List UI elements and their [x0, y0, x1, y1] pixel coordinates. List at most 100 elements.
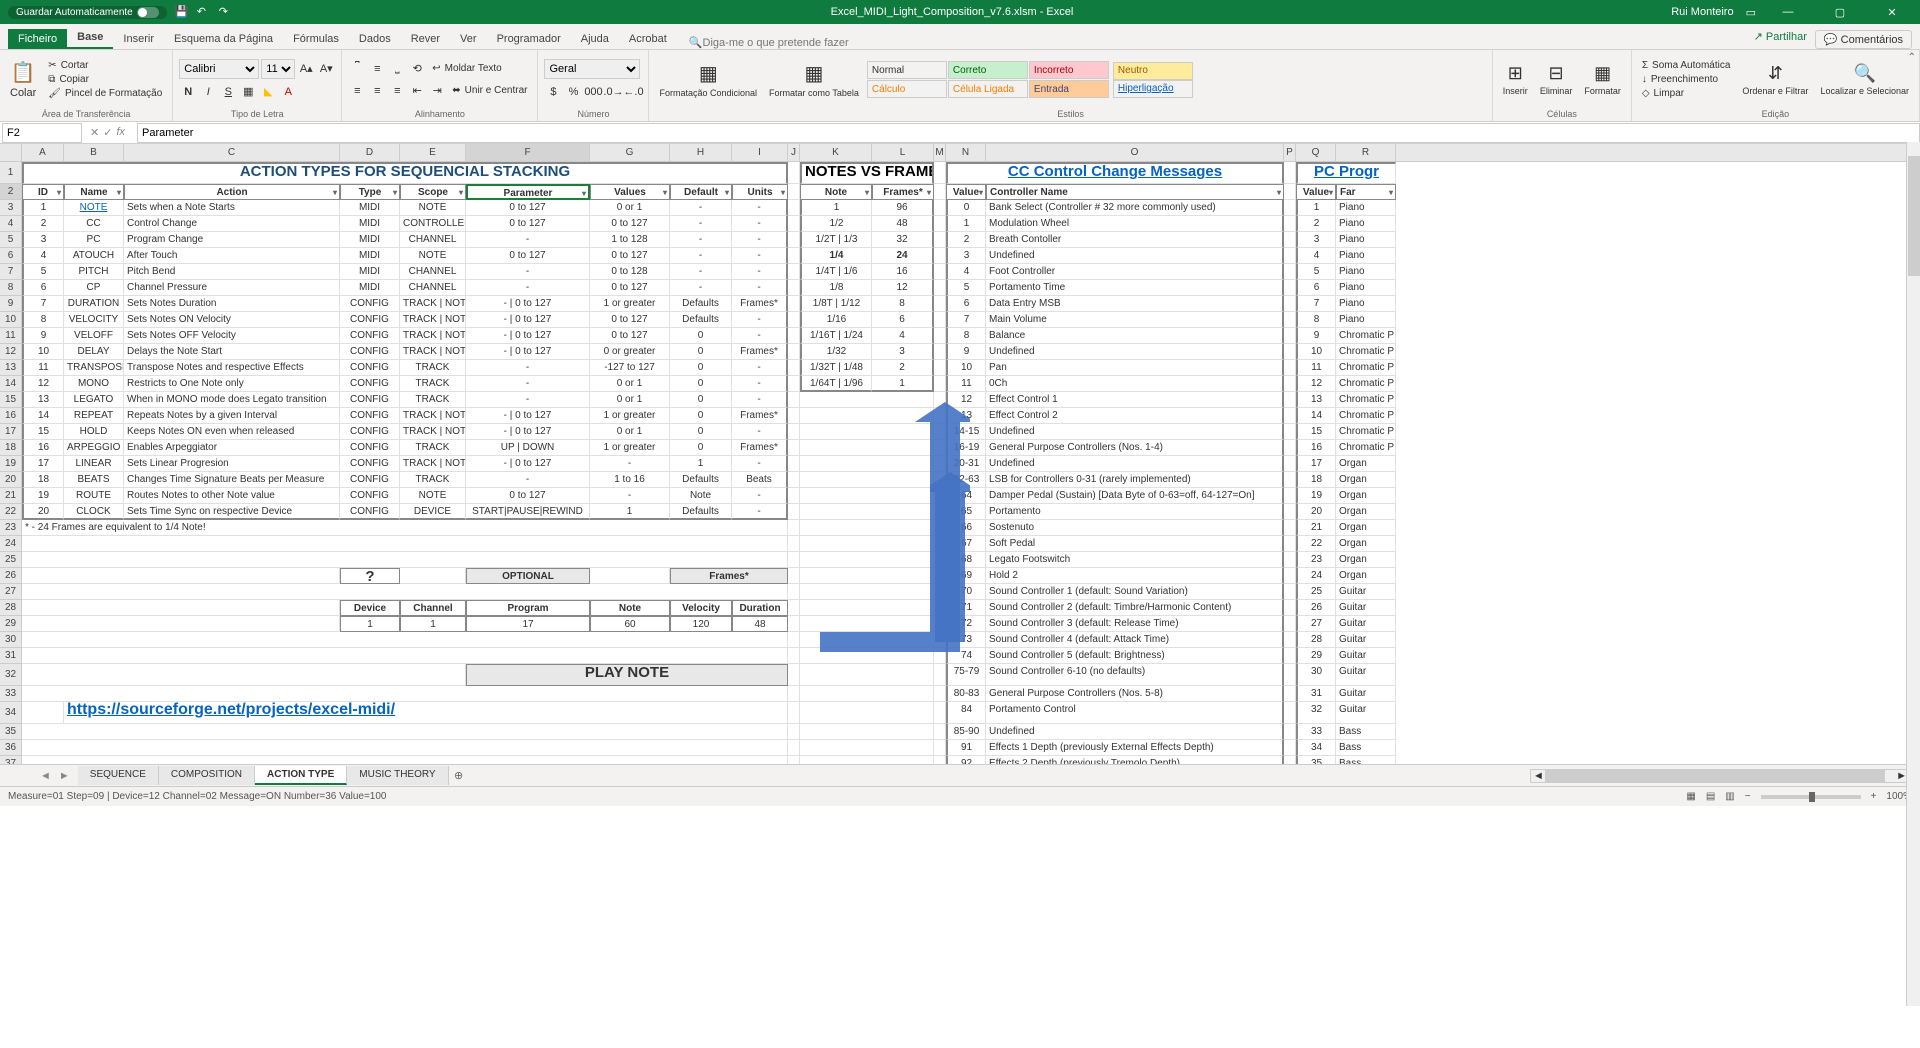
main-values-15[interactable]: 1 or greater [590, 440, 670, 456]
main-id-6[interactable]: 7 [22, 296, 64, 312]
gap[interactable] [934, 648, 946, 664]
gap[interactable] [788, 552, 800, 568]
blank-notes-33[interactable] [800, 686, 934, 702]
col-header-G[interactable]: G [590, 144, 670, 161]
play-hdr-0[interactable]: Device [340, 600, 400, 616]
currency-button[interactable]: $ [544, 83, 562, 101]
grow-font-button[interactable]: A▴ [297, 60, 315, 78]
cc-name-0[interactable]: Bank Select (Controller # 32 more common… [986, 200, 1284, 216]
pc-val-9[interactable]: 10 [1296, 344, 1336, 360]
col-header-J[interactable]: J [788, 144, 800, 161]
main-name-18[interactable]: ROUTE [64, 488, 124, 504]
main-default-12[interactable]: 0 [670, 392, 732, 408]
gap[interactable] [788, 312, 800, 328]
insert-cells-button[interactable]: ⊞Inserir [1499, 61, 1532, 98]
format-cells-button[interactable]: ▦Formatar [1580, 61, 1625, 98]
hdr-frames[interactable]: Frames* [872, 184, 934, 200]
main-name-5[interactable]: CP [64, 280, 124, 296]
gap[interactable] [788, 440, 800, 456]
blank-notes-26[interactable] [800, 568, 934, 584]
main-default-6[interactable]: Defaults [670, 296, 732, 312]
note-frames-1[interactable]: 48 [872, 216, 934, 232]
main-action-6[interactable]: Sets Notes Duration [124, 296, 340, 312]
note-val-9[interactable]: 1/32 [800, 344, 872, 360]
gap[interactable] [788, 392, 800, 408]
autosum-button[interactable]: ΣSoma Automática [1638, 59, 1735, 72]
main-name-14[interactable]: HOLD [64, 424, 124, 440]
pc-val-26[interactable]: 27 [1296, 616, 1336, 632]
gap[interactable] [788, 296, 800, 312]
main-action-17[interactable]: Changes Time Signature Beats per Measure [124, 472, 340, 488]
hdr-note[interactable]: Note [800, 184, 872, 200]
minimize-button[interactable]: — [1768, 0, 1808, 24]
gap[interactable] [1284, 702, 1296, 724]
gap[interactable] [1284, 616, 1296, 632]
maximize-button[interactable]: ▢ [1820, 0, 1860, 24]
gap[interactable] [1284, 344, 1296, 360]
gap[interactable] [788, 632, 800, 648]
cc-name-22[interactable]: Legato Footswitch [986, 552, 1284, 568]
pc-val-23[interactable]: 24 [1296, 568, 1336, 584]
row-header-21[interactable]: 21 [0, 488, 22, 504]
gap[interactable] [934, 344, 946, 360]
note-frames-9[interactable]: 3 [872, 344, 934, 360]
style-incorreto[interactable]: Incorreto [1029, 61, 1109, 79]
pc-val-7[interactable]: 8 [1296, 312, 1336, 328]
gap[interactable] [1284, 328, 1296, 344]
title-cc[interactable]: CC Control Change Messages [946, 162, 1284, 184]
play-hdr-1[interactable]: Channel [400, 600, 466, 616]
hdr-main-2[interactable]: Action [124, 184, 340, 200]
main-units-8[interactable]: - [732, 328, 788, 344]
align-mid-button[interactable]: ≡ [368, 60, 386, 78]
cc-val-13[interactable]: 13 [946, 408, 986, 424]
gap[interactable] [934, 392, 946, 408]
blank-notes-21[interactable] [800, 488, 934, 504]
note-frames-10[interactable]: 2 [872, 360, 934, 376]
gap[interactable] [934, 162, 946, 184]
horizontal-scrollbar[interactable]: ◄ ► [1530, 769, 1910, 783]
main-default-19[interactable]: Defaults [670, 504, 732, 520]
gap[interactable] [1284, 472, 1296, 488]
delete-cells-button[interactable]: ⊟Eliminar [1536, 61, 1577, 98]
gap[interactable] [1284, 600, 1296, 616]
hdr-main-3[interactable]: Type [340, 184, 400, 200]
gap[interactable] [788, 162, 800, 184]
main-scope-17[interactable]: TRACK [400, 472, 466, 488]
hdr-main-8[interactable]: Units [732, 184, 788, 200]
main-id-1[interactable]: 2 [22, 216, 64, 232]
pc-val-13[interactable]: 14 [1296, 408, 1336, 424]
blank-notes-15[interactable] [800, 392, 934, 408]
main-scope-10[interactable]: TRACK [400, 360, 466, 376]
pc-name-26[interactable]: Guitar [1336, 616, 1396, 632]
main-type-4[interactable]: MIDI [340, 264, 400, 280]
gap[interactable] [934, 536, 946, 552]
spreadsheet-grid[interactable]: ABCDEFGHIJKLMNOPQR 123456789101112131415… [0, 144, 1920, 764]
row-header-4[interactable]: 4 [0, 216, 22, 232]
cc-name-6[interactable]: Data Entry MSB [986, 296, 1284, 312]
tab-acrobat[interactable]: Acrobat [619, 29, 677, 49]
main-name-7[interactable]: VELOCITY [64, 312, 124, 328]
main-default-15[interactable]: 0 [670, 440, 732, 456]
row-header-17[interactable]: 17 [0, 424, 22, 440]
cc-val-9[interactable]: 9 [946, 344, 986, 360]
gap[interactable] [1284, 312, 1296, 328]
pc-val-28[interactable]: 29 [1296, 648, 1336, 664]
cc-val-3[interactable]: 3 [946, 248, 986, 264]
sheet-tab-action-type[interactable]: ACTION TYPE [255, 766, 347, 785]
note-frames-7[interactable]: 6 [872, 312, 934, 328]
main-values-18[interactable]: - [590, 488, 670, 504]
note-frames-5[interactable]: 12 [872, 280, 934, 296]
col-header-I[interactable]: I [732, 144, 788, 161]
main-units-5[interactable]: - [732, 280, 788, 296]
row-header-24[interactable]: 24 [0, 536, 22, 552]
pc-val-20[interactable]: 21 [1296, 520, 1336, 536]
save-icon[interactable]: 💾 [175, 5, 189, 19]
gap[interactable] [1284, 724, 1296, 740]
main-name-9[interactable]: DELAY [64, 344, 124, 360]
gap[interactable] [788, 724, 800, 740]
pc-val-3[interactable]: 4 [1296, 248, 1336, 264]
gap[interactable] [788, 504, 800, 520]
font-size-select[interactable]: 11 [261, 59, 295, 79]
main-id-12[interactable]: 13 [22, 392, 64, 408]
align-bot-button[interactable]: ⎵ [388, 60, 406, 78]
